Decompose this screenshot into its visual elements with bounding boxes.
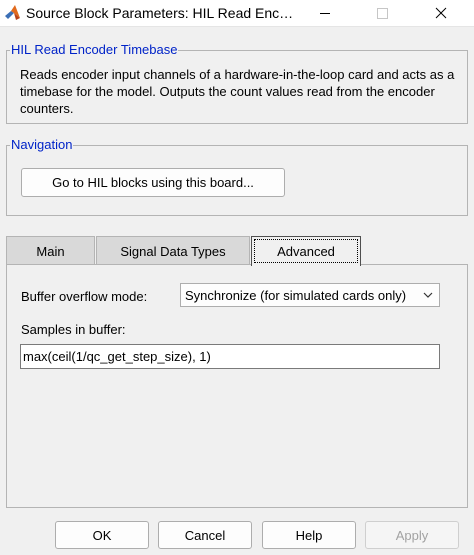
maximize-icon (377, 7, 388, 19)
navigation-group-title: Navigation (10, 137, 74, 152)
tab-main-label: Main (36, 243, 65, 259)
description-group-title: HIL Read Encoder Timebase (10, 42, 179, 57)
maximize-button[interactable] (360, 0, 405, 26)
buffer-overflow-value: Synchronize (for simulated cards only) (185, 287, 407, 303)
title-bar: Source Block Parameters: HIL Read Enc… (0, 0, 474, 27)
block-description: Reads encoder input channels of a hardwa… (20, 67, 455, 116)
help-button[interactable]: Help (262, 521, 356, 549)
tab-advanced-label: Advanced (277, 243, 335, 259)
window-title: Source Block Parameters: HIL Read Enc… (26, 5, 294, 21)
tab-advanced[interactable]: Advanced (251, 236, 361, 266)
tab-signal-data-types[interactable]: Signal Data Types (96, 236, 250, 265)
minimize-button[interactable] (302, 0, 347, 26)
cancel-button[interactable]: Cancel (158, 521, 252, 549)
tab-focus-ring: Advanced (254, 239, 358, 263)
apply-button[interactable]: Apply (365, 521, 459, 549)
close-icon (435, 7, 446, 19)
minimize-icon (319, 12, 330, 14)
samples-in-buffer-label: Samples in buffer: (21, 322, 126, 337)
buffer-overflow-label: Buffer overflow mode: (21, 289, 148, 304)
go-to-hil-blocks-button[interactable]: Go to HIL blocks using this board... (21, 168, 285, 197)
chevron-down-icon (423, 292, 433, 298)
ok-button[interactable]: OK (55, 521, 149, 549)
tab-signal-data-types-label: Signal Data Types (120, 243, 226, 259)
buffer-overflow-select[interactable]: Synchronize (for simulated cards only) (180, 283, 440, 307)
samples-in-buffer-input[interactable]: max(ceil(1/qc_get_step_size), 1) (20, 344, 440, 369)
close-button[interactable] (418, 0, 463, 26)
tab-main[interactable]: Main (6, 236, 95, 265)
matlab-icon (5, 5, 20, 20)
samples-in-buffer-value: max(ceil(1/qc_get_step_size), 1) (23, 349, 211, 364)
